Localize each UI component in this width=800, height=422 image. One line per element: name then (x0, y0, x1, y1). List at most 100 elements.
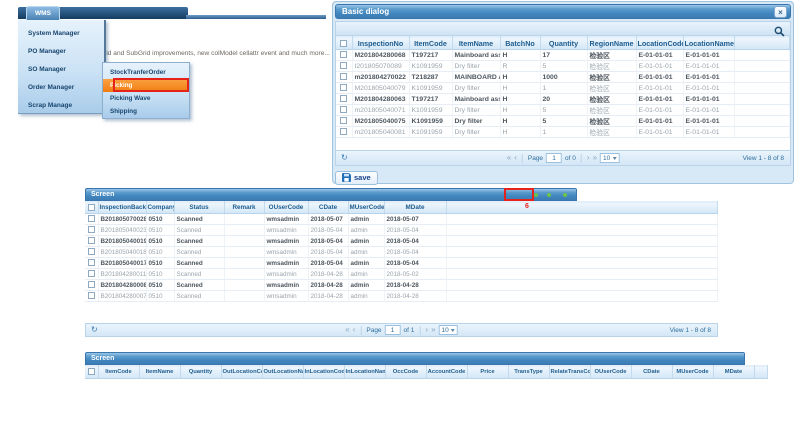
submenu-item-stocktranferorder[interactable]: StockTranferOrder (103, 66, 189, 79)
page-size-select[interactable]: 10 (600, 153, 619, 163)
column-header-locationname[interactable]: LocationName (683, 37, 734, 50)
table-row[interactable]: B2018042800080510Scannedwmsadmin2018-04-… (85, 280, 718, 291)
table-row[interactable]: I201805070089K1091959Dry filterR5检验区E-01… (336, 61, 790, 72)
first-page-button[interactable]: « (345, 326, 349, 334)
table-row[interactable]: m201805040071K1091959Dry filterH5检验区E-01… (336, 105, 790, 116)
row-checkbox[interactable] (88, 237, 95, 244)
next-page-button[interactable]: › (425, 326, 428, 334)
next-page-button[interactable]: › (587, 154, 590, 162)
column-header-batchno[interactable]: BatchNo (500, 37, 540, 50)
row-checkbox[interactable] (88, 259, 95, 266)
table-row[interactable]: m201805040081K1091959Dry filterH1检验区E-01… (336, 127, 790, 138)
column-header-ousercode[interactable]: OUserCode (264, 202, 308, 214)
save-button[interactable]: save (335, 171, 378, 185)
search-icon[interactable] (774, 24, 785, 42)
table-row[interactable]: B2018050400180510Scannedwmsadmin2018-05-… (85, 247, 718, 258)
table-cell (224, 247, 264, 258)
column-header-itemname[interactable]: ItemName (139, 366, 180, 379)
row-checkbox[interactable] (340, 73, 347, 80)
menu-item-order-manager[interactable]: Order Manager (18, 79, 104, 97)
column-header-price[interactable]: Price (467, 366, 508, 379)
select-all-checkbox[interactable] (88, 368, 95, 375)
submenu-item-picking[interactable]: Picking (103, 79, 189, 92)
prev-page-button[interactable]: ‹ (353, 326, 356, 334)
column-header-itemcode[interactable]: ItemCode (98, 366, 139, 379)
tab-wms[interactable]: WMS (26, 6, 60, 20)
column-header-mdate[interactable]: MDate (713, 366, 754, 379)
prev-page-button[interactable]: ‹ (514, 154, 517, 162)
table-row[interactable]: M201804280063T197217Mainboard assemH20检验… (336, 94, 790, 105)
column-header-companycode[interactable]: CompanyCode (146, 202, 174, 214)
window-title: Screen (91, 355, 114, 362)
column-header-accountcode[interactable]: AccountCode (426, 366, 467, 379)
column-header-transtype[interactable]: TransType (508, 366, 549, 379)
column-header-locationcode[interactable]: LocationCode (636, 37, 683, 50)
table-row[interactable]: M201805040075K1091959Dry filterH5检验区E-01… (336, 116, 790, 127)
close-icon[interactable]: × (774, 6, 787, 18)
refresh-icon[interactable]: ↻ (341, 154, 348, 162)
select-all-checkbox[interactable] (340, 40, 347, 47)
column-header-inlocationnam[interactable]: InLocationNam (344, 366, 385, 379)
column-header-inspectionback[interactable]: InspectionBack (98, 202, 146, 214)
last-page-button[interactable]: » (593, 154, 597, 162)
menu-item-scrap-manage[interactable]: Scrap Manage (18, 97, 104, 115)
column-header-musercode[interactable]: MUserCode (348, 202, 384, 214)
column-header-outlocationna[interactable]: OutLocationNa (262, 366, 303, 379)
row-checkbox[interactable] (340, 128, 347, 135)
row-checkbox[interactable] (340, 106, 347, 113)
column-header-itemcode[interactable]: ItemCode (409, 37, 452, 50)
page-number-input[interactable] (546, 153, 562, 163)
column-header-ousercode[interactable]: OUserCode (590, 366, 631, 379)
row-checkbox[interactable] (340, 62, 347, 69)
row-checkbox[interactable] (88, 248, 95, 255)
column-header-musercode[interactable]: MUserCode (672, 366, 713, 379)
table-row[interactable]: B2018042800110510Scannedwmsadmin2018-04-… (85, 269, 718, 280)
pager-divider (522, 154, 523, 163)
column-header-cdate[interactable]: CDate (631, 366, 672, 379)
row-checkbox[interactable] (88, 226, 95, 233)
refresh-icon[interactable]: ↻ (91, 326, 98, 334)
window-titlebar[interactable]: Screen (85, 188, 577, 201)
column-header-itemname[interactable]: ItemName (452, 37, 500, 50)
last-page-button[interactable]: » (431, 326, 435, 334)
select-all-checkbox[interactable] (88, 204, 95, 211)
column-header-quantity[interactable]: Quantity (540, 37, 587, 50)
row-checkbox[interactable] (340, 117, 347, 124)
menu-item-so-manager[interactable]: SO Manager (18, 61, 104, 79)
first-page-button[interactable]: « (507, 154, 511, 162)
row-checkbox[interactable] (340, 95, 347, 102)
row-checkbox[interactable] (88, 292, 95, 299)
menu-item-system-manager[interactable]: System Manager (18, 25, 104, 43)
table-row[interactable]: B2018050400230510Scannedwmsadmin2018-05-… (85, 225, 718, 236)
submenu-item-picking-wave[interactable]: Picking Wave (103, 92, 189, 105)
column-header-remark[interactable]: Remark (224, 202, 264, 214)
column-header-quantity[interactable]: Quantity (180, 366, 221, 379)
page-number-input[interactable] (385, 325, 401, 335)
row-checkbox[interactable] (88, 281, 95, 288)
column-header-status[interactable]: Status (174, 202, 224, 214)
table-row[interactable]: B2018042800070510Scannedwmsadmin2018-04-… (85, 291, 718, 302)
page-size-select[interactable]: 10 (439, 325, 458, 335)
column-header-relatetransco[interactable]: RelateTransCo (549, 366, 590, 379)
table-row[interactable]: m201804270022T218287MAINBOARD ASSEH1000检… (336, 72, 790, 83)
table-row[interactable]: M201805040079K1091959Dry filterH1检验区E-01… (336, 83, 790, 94)
submenu-item-shipping[interactable]: Shipping (103, 105, 189, 118)
column-header-regionname[interactable]: RegionName (587, 37, 636, 50)
table-row[interactable]: B2018050400170510Scannedwmsadmin2018-05-… (85, 258, 718, 269)
column-header-inspectionno[interactable]: InspectionNo (352, 37, 409, 50)
row-checkbox[interactable] (340, 51, 347, 58)
menu-item-po-manager[interactable]: PO Manager (18, 43, 104, 61)
row-checkbox[interactable] (88, 270, 95, 277)
column-header-inlocationcod[interactable]: InLocationCod (303, 366, 344, 379)
table-row[interactable]: M201804280068T197217Mainboard assemH17检验… (336, 50, 790, 61)
column-header-occcode[interactable]: OccCode (385, 366, 426, 379)
column-header-cdate[interactable]: CDate (308, 202, 348, 214)
window-titlebar[interactable]: Screen (85, 352, 745, 365)
dialog-titlebar[interactable]: Basic dialog × (335, 4, 791, 19)
column-header-outlocationco[interactable]: OutLocationCo (221, 366, 262, 379)
row-checkbox[interactable] (88, 215, 95, 222)
table-row[interactable]: B2018050700280510Scannedwmsadmin2018-05-… (85, 214, 718, 225)
row-checkbox[interactable] (340, 84, 347, 91)
column-header-mdate[interactable]: MDate (384, 202, 446, 214)
table-row[interactable]: B2018050400190510Scannedwmsadmin2018-05-… (85, 236, 718, 247)
